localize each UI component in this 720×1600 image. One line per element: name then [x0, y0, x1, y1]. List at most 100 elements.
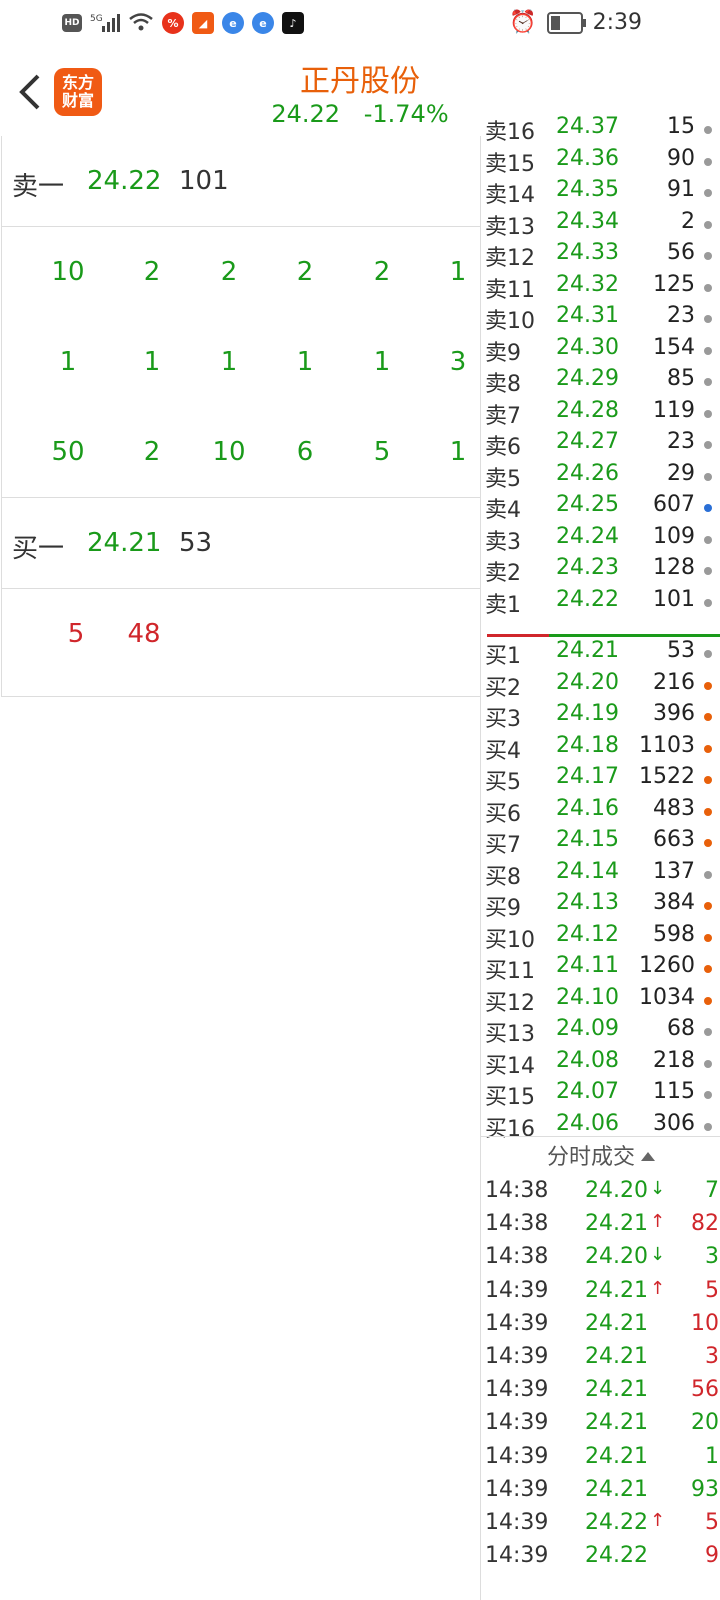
sell-order-row[interactable]: 卖16 24.37 15	[485, 114, 719, 146]
order-price: 24.24	[556, 523, 619, 549]
arrow-down-icon: ↓	[650, 1178, 666, 1199]
buy-order-row[interactable]: 买1 24.21 53	[485, 638, 719, 670]
dot-icon	[704, 472, 712, 481]
dot-icon	[704, 157, 712, 166]
queue-panel: 卖一 24.22 101 10 2 2 2 2 1 1 1 1 1 1 3 50 2 10 6 5 1 买一 24…	[1, 136, 481, 697]
dot-icon	[704, 870, 712, 879]
buy-order-row[interactable]: 买2 24.20 216	[485, 670, 719, 702]
trade-row[interactable]: 14:39 24.21 93	[485, 1477, 719, 1509]
order-volume: 663	[653, 827, 695, 852]
order-volume: 29	[667, 460, 695, 486]
buy-order-row[interactable]: 买6 24.16 483	[485, 796, 719, 828]
order-label: 卖1	[485, 592, 521, 618]
sell-order-row[interactable]: 卖10 24.31 23	[485, 303, 719, 335]
trade-row[interactable]: 14:39 24.21 1	[485, 1444, 719, 1476]
trade-time: 14:39	[485, 1377, 549, 1403]
trade-price: 24.21	[585, 1410, 648, 1436]
sell-order-row[interactable]: 卖4 24.25 607	[485, 492, 719, 524]
sell-order-row[interactable]: 卖7 24.28 119	[485, 398, 719, 430]
queue-cell: 2	[220, 257, 238, 287]
trade-time: 14:39	[485, 1543, 549, 1569]
dot-icon	[704, 839, 712, 847]
trade-row[interactable]: 14:39 24.21 3	[485, 1344, 719, 1376]
app-icon-4: e	[252, 12, 274, 34]
trade-row[interactable]: 14:39 24.21 10	[485, 1311, 719, 1343]
sell-order-row[interactable]: 卖5 24.26 29	[485, 461, 719, 493]
buy-order-row[interactable]: 买3 24.19 396	[485, 701, 719, 733]
order-label: 卖11	[485, 277, 535, 303]
sell-order-row[interactable]: 卖8 24.29 85	[485, 366, 719, 398]
sell-order-row[interactable]: 卖6 24.27 23	[485, 429, 719, 461]
order-volume: 384	[653, 890, 695, 915]
sell-one-label: 卖一	[12, 172, 65, 202]
order-volume: 1034	[639, 984, 695, 1010]
arrow-up-icon: ↑	[650, 1211, 666, 1233]
sell-order-row[interactable]: 卖11 24.32 125	[485, 272, 719, 304]
trade-price: 24.20	[585, 1244, 648, 1270]
order-volume: 85	[667, 366, 695, 391]
sell-order-row[interactable]: 卖15 24.36 90	[485, 146, 719, 178]
sell-order-row[interactable]: 卖13 24.34 2	[485, 209, 719, 241]
order-price: 24.18	[556, 732, 619, 758]
order-volume: 101	[653, 586, 695, 612]
time-sales-toggle[interactable]: 分时成交	[481, 1136, 720, 1179]
trade-row[interactable]: 14:39 24.21 ↑ 5	[485, 1278, 719, 1310]
dot-icon	[704, 1091, 712, 1099]
trade-row[interactable]: 14:38 24.20 ↓ 3	[485, 1244, 719, 1276]
trade-price: 24.21	[585, 1443, 648, 1469]
order-label: 卖4	[485, 498, 521, 523]
sell-order-row[interactable]: 卖12 24.33 56	[485, 240, 719, 272]
buy-order-row[interactable]: 买12 24.10 1034	[485, 985, 719, 1017]
order-price: 24.07	[556, 1079, 619, 1104]
trade-volume: 3	[705, 1344, 719, 1369]
order-volume: 216	[653, 669, 695, 695]
sell-order-row[interactable]: 卖2 24.23 128	[485, 555, 719, 587]
dot-icon	[704, 776, 712, 784]
trade-price: 24.21	[585, 1310, 648, 1336]
wifi-icon	[128, 10, 154, 36]
queue-cell: 1	[449, 257, 467, 287]
sell-order-row[interactable]: 卖1 24.22 101	[485, 587, 719, 619]
order-price: 24.31	[556, 303, 619, 328]
order-price: 24.23	[556, 555, 619, 580]
svg-text:5G: 5G	[90, 14, 103, 24]
dot-icon	[704, 441, 712, 449]
buy-order-row[interactable]: 买11 24.11 1260	[485, 953, 719, 985]
buy-order-row[interactable]: 买13 24.09 68	[485, 1016, 719, 1048]
trade-time: 14:39	[485, 1310, 549, 1336]
stock-title: 正丹股份	[300, 64, 420, 99]
trade-row[interactable]: 14:39 24.21 20	[485, 1410, 719, 1442]
trade-row[interactable]: 14:38 24.20 ↓ 7	[485, 1178, 719, 1210]
order-volume: 109	[653, 523, 695, 549]
order-volume: 2	[681, 208, 695, 234]
dot-icon	[704, 567, 712, 575]
queue-cell: 1	[296, 347, 314, 377]
buy-order-row[interactable]: 买15 24.07 115	[485, 1079, 719, 1111]
order-volume: 218	[653, 1047, 695, 1073]
buy-order-row[interactable]: 买10 24.12 598	[485, 922, 719, 954]
trade-row[interactable]: 14:39 24.22 9	[485, 1543, 719, 1575]
buy-order-row[interactable]: 买4 24.18 1103	[485, 733, 719, 765]
buy-order-row[interactable]: 买8 24.14 137	[485, 859, 719, 891]
trade-row[interactable]: 14:39 24.21 56	[485, 1377, 719, 1409]
order-label: 买2	[485, 675, 521, 701]
trade-row[interactable]: 14:38 24.21 ↑ 82	[485, 1211, 719, 1243]
buy-one-row[interactable]: 买一 24.21 53	[2, 498, 480, 589]
sell-order-row[interactable]: 卖14 24.35 91	[485, 177, 719, 209]
trade-volume: 5	[705, 1510, 719, 1535]
buy-order-row[interactable]: 买7 24.15 663	[485, 827, 719, 859]
buy-order-row[interactable]: 买14 24.08 218	[485, 1048, 719, 1080]
sell-one-row[interactable]: 卖一 24.22 101	[2, 136, 480, 227]
buy-order-row[interactable]: 买5 24.17 1522	[485, 764, 719, 796]
sell-order-row[interactable]: 卖3 24.24 109	[485, 524, 719, 556]
status-time: 2:39	[592, 10, 642, 35]
dot-icon	[704, 315, 712, 323]
trade-row[interactable]: 14:39 24.22 ↑ 5	[485, 1510, 719, 1542]
sell-order-row[interactable]: 卖9 24.30 154	[485, 335, 719, 367]
trade-volume: 5	[705, 1277, 719, 1303]
buy-order-row[interactable]: 买9 24.13 384	[485, 890, 719, 922]
order-label: 买1	[485, 644, 521, 669]
dot-icon	[704, 535, 712, 544]
trade-time: 14:39	[485, 1510, 549, 1535]
order-label: 买10	[485, 927, 535, 953]
